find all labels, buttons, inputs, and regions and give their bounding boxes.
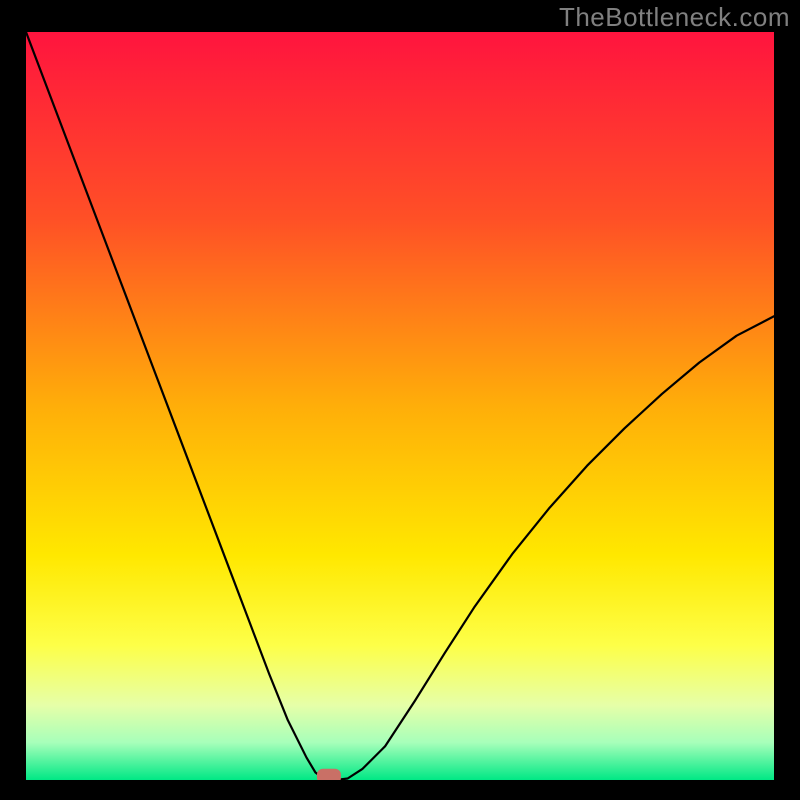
plot-area	[26, 32, 774, 780]
chart-stage: TheBottleneck.com	[0, 0, 800, 800]
gradient-background	[26, 32, 774, 780]
watermark-text: TheBottleneck.com	[559, 2, 790, 33]
sweet-spot-marker	[317, 769, 341, 780]
plot-svg	[26, 32, 774, 780]
